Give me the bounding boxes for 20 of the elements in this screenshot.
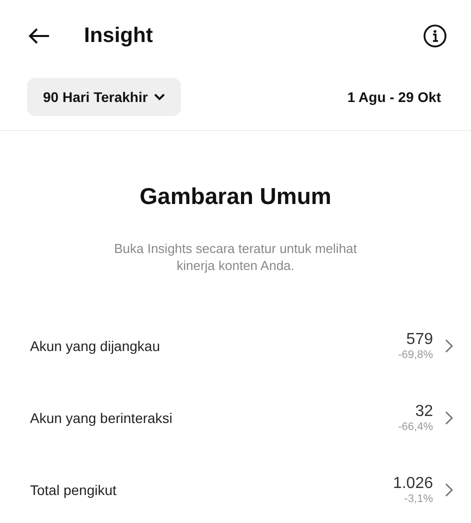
metric-change: -66,4% — [398, 421, 433, 433]
metric-value: 1.026 — [392, 475, 433, 493]
chevron-right-icon[interactable] — [445, 483, 453, 497]
page-title: Insight — [84, 24, 154, 48]
metric-change: -3,1% — [404, 493, 433, 505]
section-description: Buka Insights secara teratur untuk melihat kinerja konten Anda. — [113, 240, 358, 274]
metric-label: Akun yang berinteraksi — [30, 410, 174, 426]
metric-value: 32 — [415, 403, 433, 421]
chevron-right-icon[interactable] — [445, 411, 453, 425]
metric-value: 579 — [406, 331, 433, 349]
back-arrow-icon[interactable] — [28, 27, 50, 45]
chevron-down-icon — [154, 93, 165, 101]
period-dropdown[interactable]: 90 Hari Terakhir — [27, 78, 181, 116]
metric-label: Total pengikut — [30, 482, 118, 498]
section-title: Gambaran Umum — [138, 183, 332, 210]
date-range: 1 Agu - 29 Okt — [347, 89, 441, 105]
metric-label: Akun yang dijangkau — [30, 338, 161, 354]
info-icon[interactable] — [423, 24, 447, 48]
metric-change: -69,8% — [398, 349, 433, 361]
chevron-right-icon[interactable] — [445, 339, 453, 353]
